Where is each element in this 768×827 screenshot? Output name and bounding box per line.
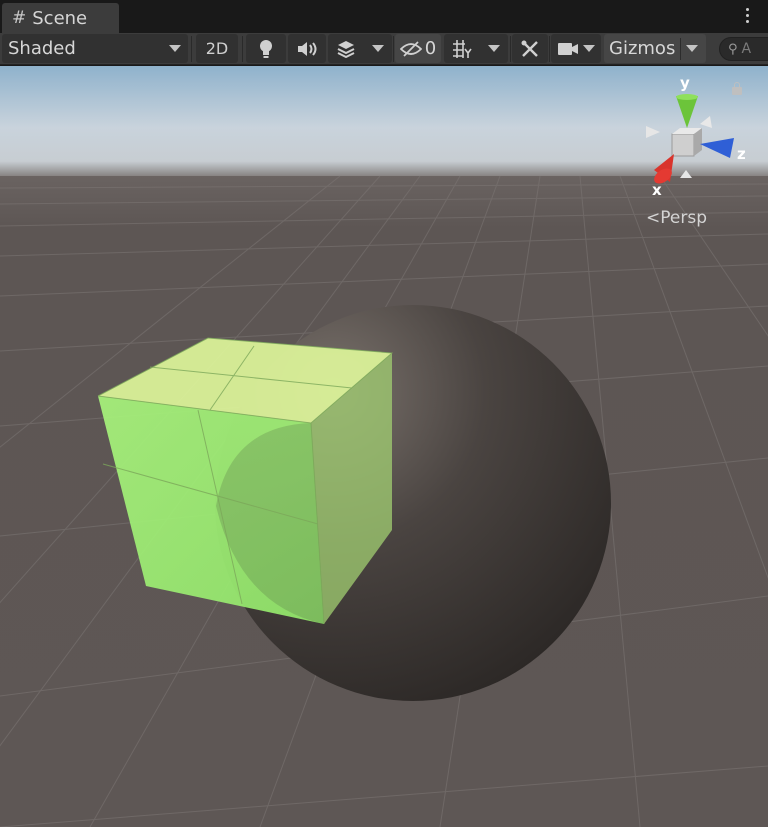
eye-hidden-icon	[399, 40, 422, 57]
hash-icon: #	[12, 8, 27, 28]
camera-dropdown[interactable]	[551, 34, 601, 63]
more-options-icon[interactable]	[746, 8, 750, 26]
search-icon: ⚲	[728, 41, 738, 57]
axis-z-label: z	[737, 145, 746, 163]
search-placeholder: A	[741, 41, 752, 57]
chevron-left-icon: <	[646, 208, 661, 228]
grid-y-icon	[453, 39, 472, 58]
chevron-down-icon	[488, 45, 500, 52]
layers-icon	[337, 40, 355, 58]
divider	[242, 36, 243, 62]
axis-x-label: x	[652, 181, 662, 199]
divider	[191, 36, 192, 62]
chevron-down-icon	[583, 45, 595, 52]
2d-toggle-button[interactable]: 2D	[196, 34, 238, 63]
chevron-down-icon	[372, 45, 384, 52]
lighting-toggle-button[interactable]	[246, 34, 286, 63]
scene-viewport[interactable]: y z x <Persp	[0, 66, 768, 827]
gizmos-label: Gizmos	[609, 38, 676, 59]
divider	[549, 36, 550, 62]
lightbulb-icon	[260, 39, 272, 58]
draw-mode-label: Shaded	[8, 38, 76, 59]
divider	[510, 36, 511, 62]
tab-scene[interactable]: # Scene	[2, 3, 119, 33]
chevron-down-icon	[169, 45, 181, 52]
lock-icon[interactable]	[732, 82, 742, 95]
scene-toolbar: Shaded 2D 0 Gizmos ⚲ A	[0, 33, 768, 65]
divider	[393, 36, 394, 62]
tools-button[interactable]	[512, 34, 548, 63]
axis-y-label: y	[680, 74, 690, 92]
projection-label: Persp	[660, 208, 707, 228]
tab-scene-label: Scene	[32, 7, 88, 29]
effects-dropdown[interactable]	[328, 34, 392, 63]
grid-dropdown[interactable]	[444, 34, 508, 63]
camera-icon	[558, 42, 578, 55]
search-input[interactable]: ⚲ A	[719, 37, 768, 61]
audio-toggle-button[interactable]	[288, 34, 326, 63]
projection-toggle[interactable]: <Persp	[646, 208, 707, 228]
draw-mode-dropdown[interactable]: Shaded	[2, 34, 188, 63]
tab-bar: # Scene	[0, 0, 768, 33]
chevron-down-icon	[685, 45, 698, 52]
gizmos-dropdown[interactable]: Gizmos	[604, 34, 706, 63]
hidden-count: 0	[424, 38, 437, 59]
divider	[680, 37, 682, 60]
scene-canvas: y z x	[0, 66, 768, 827]
skybox	[0, 66, 768, 178]
tools-icon	[521, 40, 538, 57]
speaker-icon	[298, 41, 317, 56]
scene-visibility-button[interactable]: 0	[395, 34, 441, 63]
